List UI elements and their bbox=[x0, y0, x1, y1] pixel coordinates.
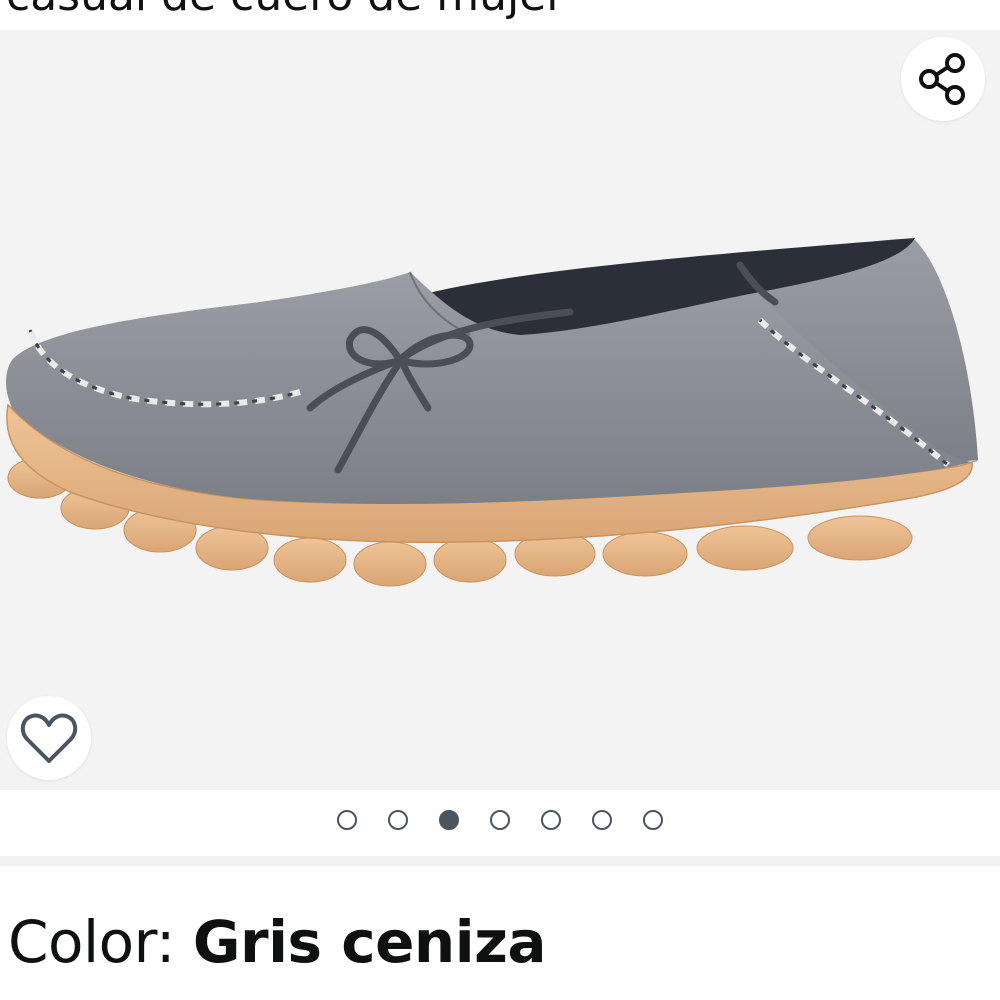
product-image-gallery[interactable] bbox=[0, 30, 1000, 790]
color-selection-label: Color: Gris ceniza bbox=[8, 908, 546, 976]
section-divider bbox=[0, 856, 1000, 866]
share-icon bbox=[919, 53, 965, 105]
product-image[interactable] bbox=[0, 30, 1000, 790]
image-pagination bbox=[0, 790, 1000, 856]
color-label: Color: bbox=[8, 908, 193, 976]
pagination-dot[interactable] bbox=[439, 810, 459, 830]
pagination-dots bbox=[0, 810, 1000, 834]
pagination-dot[interactable] bbox=[592, 810, 612, 830]
wishlist-button[interactable] bbox=[7, 696, 91, 780]
pagination-dot[interactable] bbox=[388, 810, 408, 830]
share-button[interactable] bbox=[901, 37, 985, 121]
pagination-dot[interactable] bbox=[337, 810, 357, 830]
color-value: Gris ceniza bbox=[192, 908, 547, 976]
pagination-dot[interactable] bbox=[541, 810, 561, 830]
pagination-dot[interactable] bbox=[643, 810, 663, 830]
product-title-partial: casual de cuero de mujer bbox=[0, 0, 1000, 28]
pagination-dot[interactable] bbox=[490, 810, 510, 830]
heart-outline-icon bbox=[20, 713, 78, 763]
product-title-text: casual de cuero de mujer bbox=[6, 0, 564, 21]
